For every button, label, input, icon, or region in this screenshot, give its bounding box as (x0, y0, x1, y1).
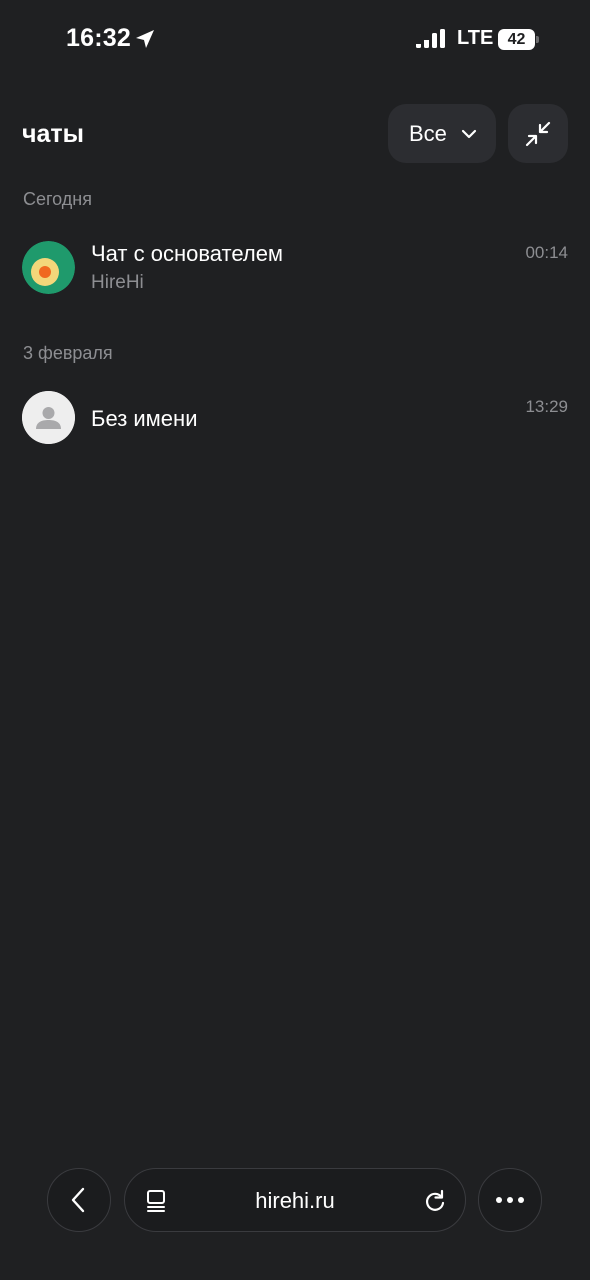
chat-time: 00:14 (525, 243, 568, 262)
more-button[interactable] (478, 1168, 542, 1232)
hirehi-logo (22, 241, 75, 294)
chat-subtitle: HireHi (91, 272, 144, 293)
back-button[interactable] (47, 1168, 111, 1232)
address-bar[interactable]: hirehi.ru (124, 1168, 466, 1232)
back-arrow-icon (71, 1187, 85, 1213)
reload-icon[interactable] (423, 1188, 447, 1214)
avatar (22, 391, 75, 444)
filter-label: Все (409, 120, 447, 146)
avatar (22, 241, 75, 294)
section-label-today: Сегодня (23, 189, 92, 209)
chat-list-screen: 16:32 LTE 42 чаты Все Сегодня Чат с осно… (0, 0, 590, 1280)
chat-title: Без имени (91, 406, 198, 431)
signal-bars-icon (416, 29, 445, 48)
location-arrow-icon (136, 30, 154, 48)
person-placeholder-icon (22, 391, 75, 444)
battery-icon: 42 (498, 29, 539, 50)
more-dots-icon (496, 1197, 524, 1203)
page-title: чаты (22, 120, 85, 148)
chat-list-item[interactable]: Без имени 13:29 (0, 386, 590, 456)
collapse-button[interactable] (508, 104, 568, 163)
network-type: LTE (457, 27, 494, 49)
url-text[interactable]: hirehi.ru (125, 1188, 465, 1214)
chat-time: 13:29 (525, 397, 568, 416)
collapse-arrows-icon (525, 121, 551, 146)
section-label-date: 3 февраля (23, 343, 113, 363)
filter-dropdown-button[interactable]: Все (388, 104, 496, 163)
status-time: 16:32 (66, 24, 131, 52)
chat-title: Чат с основателем (91, 241, 284, 266)
chevron-down-icon (461, 129, 477, 138)
battery-level: 42 (507, 31, 526, 48)
chat-list-item[interactable]: Чат с основателем HireHi 00:14 (0, 236, 590, 306)
